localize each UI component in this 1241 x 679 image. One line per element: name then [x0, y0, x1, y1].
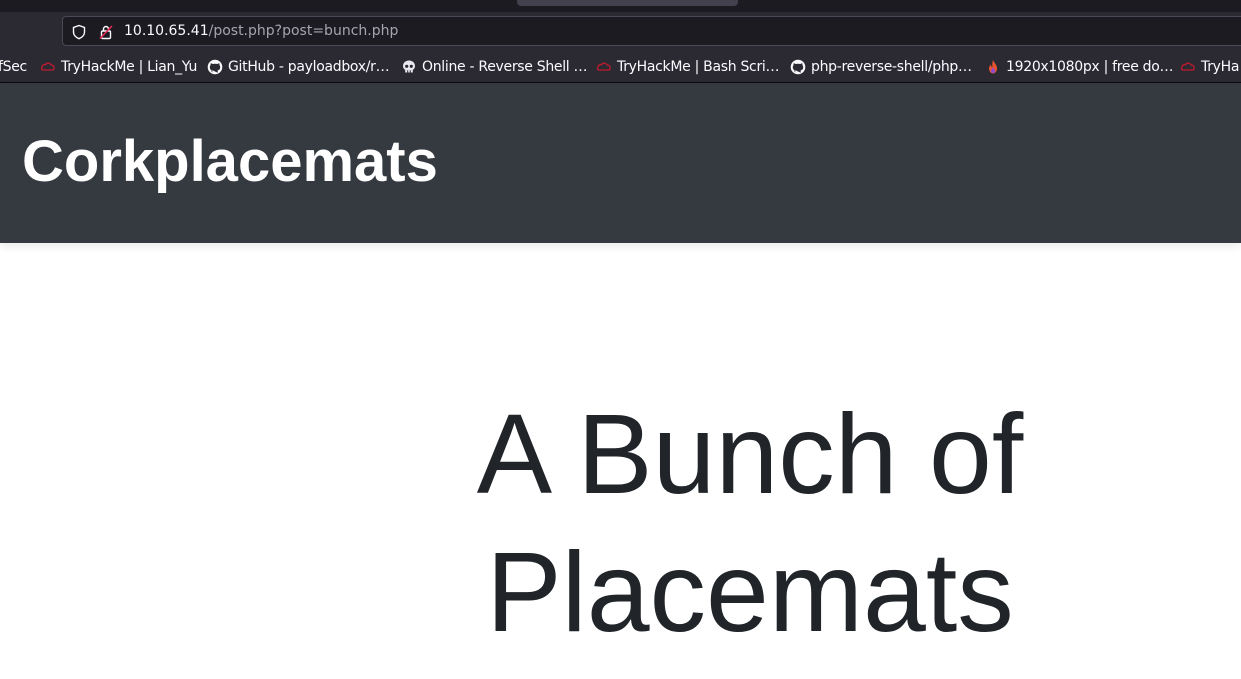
bookmark-item[interactable]: GitHub - payloadbox/r…	[207, 57, 390, 77]
bookmark-label: TryHa	[1201, 59, 1240, 75]
site-brand[interactable]: Corkplacemats	[22, 129, 438, 195]
shield-icon[interactable]	[70, 23, 88, 41]
skull-icon	[401, 59, 417, 75]
browser-toolbar: 10.10.65.41/post.php?post=bunch.php	[0, 12, 1241, 52]
bookmark-item[interactable]: TryHackMe | Lian_Yu	[40, 57, 197, 77]
tryhackme-icon	[40, 59, 56, 75]
bookmark-item[interactable]: fSec	[0, 57, 27, 77]
site-header: Corkplacemats	[0, 83, 1241, 243]
active-tab[interactable]	[517, 0, 738, 6]
bookmark-label: TryHackMe | Lian_Yu	[61, 59, 198, 75]
bookmark-label: Online - Reverse Shell …	[422, 59, 588, 75]
bookmark-item[interactable]: TryHa	[1180, 57, 1239, 77]
url-text[interactable]: 10.10.65.41/post.php?post=bunch.php	[124, 22, 398, 40]
github-icon	[207, 59, 223, 75]
address-bar[interactable]: 10.10.65.41/post.php?post=bunch.php	[62, 16, 1241, 46]
bookmarks-toolbar: fSec TryHackMe | Lian_Yu GitHub - payloa…	[0, 52, 1241, 83]
bookmark-label: php-reverse-shell/php…	[811, 59, 972, 75]
bookmark-item[interactable]: 1920x1080px | free do…	[985, 57, 1174, 77]
url-path: /post.php?post=bunch.php	[208, 23, 399, 39]
bookmark-item[interactable]: php-reverse-shell/php…	[790, 57, 972, 77]
browser-tabstrip	[0, 0, 1241, 12]
bookmark-label: GitHub - payloadbox/r…	[228, 59, 390, 75]
url-host: 10.10.65.41	[124, 23, 209, 39]
bookmark-label: TryHackMe | Bash Scri…	[617, 59, 780, 75]
tryhackme-icon	[1180, 59, 1196, 75]
bookmark-label: fSec	[0, 59, 27, 75]
tryhackme-icon	[596, 59, 612, 75]
github-icon	[790, 59, 806, 75]
post-title: A Bunch of Placemats	[476, 391, 1024, 655]
bookmark-item[interactable]: TryHackMe | Bash Scri…	[596, 57, 779, 77]
flame-icon	[985, 59, 1001, 75]
insecure-lock-icon[interactable]	[97, 23, 115, 41]
bookmark-item[interactable]: Online - Reverse Shell …	[401, 57, 588, 77]
bookmark-label: 1920x1080px | free do…	[1006, 59, 1174, 75]
